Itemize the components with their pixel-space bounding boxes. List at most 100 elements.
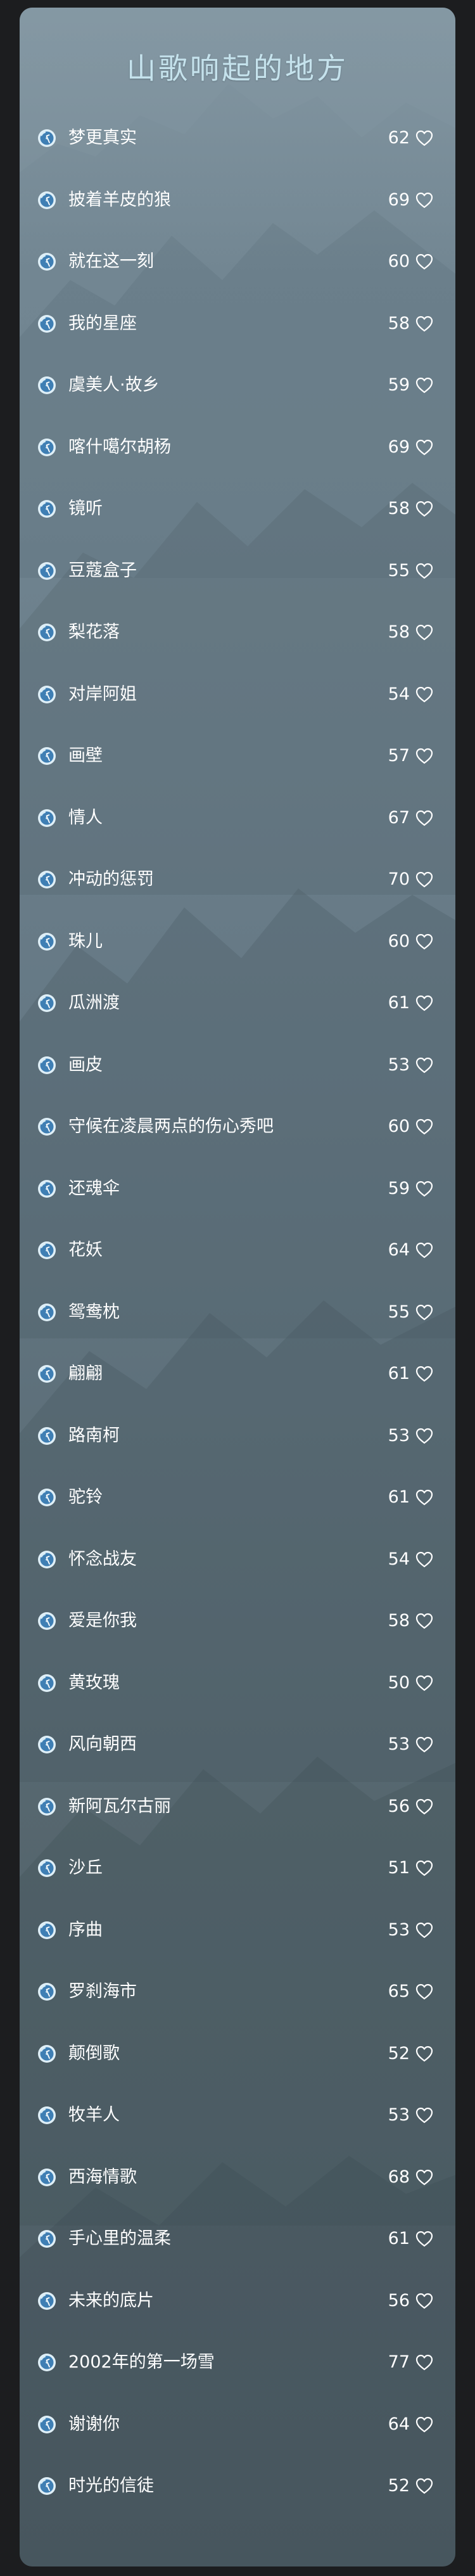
music-disc-icon xyxy=(38,932,56,951)
song-row[interactable]: 冲动的惩罚 70 xyxy=(20,849,455,911)
song-title: 冲动的惩罚 xyxy=(68,869,154,889)
heart-outline-icon[interactable] xyxy=(415,1798,434,1816)
song-row[interactable]: 画皮 53 xyxy=(20,1034,455,1096)
music-disc-icon xyxy=(38,747,56,765)
song-row[interactable]: 镜听 58 xyxy=(20,478,455,540)
song-row[interactable]: 虞美人·故乡 59 xyxy=(20,354,455,416)
heart-outline-icon[interactable] xyxy=(415,871,434,888)
heart-outline-icon[interactable] xyxy=(415,933,434,951)
heart-outline-icon[interactable] xyxy=(415,1736,434,1753)
heart-outline-icon[interactable] xyxy=(415,2416,434,2433)
heart-outline-icon[interactable] xyxy=(415,1365,434,1383)
song-like-count: 59 xyxy=(388,1178,410,1198)
heart-outline-icon[interactable] xyxy=(415,1983,434,2001)
heart-outline-icon[interactable] xyxy=(415,1180,434,1198)
heart-outline-icon[interactable] xyxy=(415,1859,434,1877)
music-disc-icon xyxy=(38,1489,56,1506)
music-disc-icon xyxy=(38,2415,56,2433)
song-row[interactable]: 披着羊皮的狼 69 xyxy=(20,169,455,231)
song-row[interactable]: 梦更真实 62 xyxy=(20,107,455,169)
heart-outline-icon[interactable] xyxy=(415,2106,434,2124)
heart-outline-icon[interactable] xyxy=(415,747,434,765)
song-row[interactable]: 就在这一刻 60 xyxy=(20,231,455,293)
song-row[interactable]: 爱是你我 58 xyxy=(20,1590,455,1652)
music-disc-icon xyxy=(38,500,56,518)
song-row[interactable]: 西海情歌 68 xyxy=(20,2146,455,2208)
music-disc-icon xyxy=(38,314,56,333)
heart-outline-icon[interactable] xyxy=(415,191,434,209)
song-row[interactable]: 谢谢你 64 xyxy=(20,2393,455,2456)
heart-outline-icon[interactable] xyxy=(415,686,434,703)
song-row[interactable]: 花妖 64 xyxy=(20,1219,455,1281)
song-like-count: 64 xyxy=(388,2414,410,2434)
song-row[interactable]: 瓜洲渡 61 xyxy=(20,972,455,1034)
song-row[interactable]: 路南柯 53 xyxy=(20,1405,455,1467)
music-disc-icon xyxy=(38,1550,56,1568)
heart-outline-icon[interactable] xyxy=(415,1489,434,1506)
music-disc-icon xyxy=(38,1736,56,1753)
song-row[interactable]: 还魂伞 59 xyxy=(20,1158,455,1220)
song-like-count: 61 xyxy=(388,993,410,1013)
song-row[interactable]: 手心里的温柔 61 xyxy=(20,2208,455,2270)
heart-outline-icon[interactable] xyxy=(415,1921,434,1939)
heart-outline-icon[interactable] xyxy=(415,809,434,827)
heart-outline-icon[interactable] xyxy=(415,1427,434,1445)
heart-outline-icon[interactable] xyxy=(415,2230,434,2248)
song-row[interactable]: 豆蔻盒子 55 xyxy=(20,540,455,602)
heart-outline-icon[interactable] xyxy=(415,624,434,641)
song-like-count: 58 xyxy=(388,499,410,518)
song-row[interactable]: 梨花落 58 xyxy=(20,601,455,663)
song-row[interactable]: 翩翩 61 xyxy=(20,1343,455,1405)
heart-outline-icon[interactable] xyxy=(415,1241,434,1259)
song-row[interactable]: 对岸阿姐 54 xyxy=(20,663,455,726)
heart-outline-icon[interactable] xyxy=(415,2477,434,2495)
song-title: 梨花落 xyxy=(68,622,120,642)
music-disc-icon xyxy=(38,2168,56,2186)
song-row[interactable]: 黄玫瑰 50 xyxy=(20,1652,455,1714)
song-row[interactable]: 沙丘 51 xyxy=(20,1837,455,1899)
song-row[interactable]: 守候在凌晨两点的伤心秀吧 60 xyxy=(20,1096,455,1158)
heart-outline-icon[interactable] xyxy=(415,1118,434,1136)
song-row[interactable]: 风向朝西 53 xyxy=(20,1714,455,1776)
heart-outline-icon[interactable] xyxy=(415,2292,434,2310)
song-row[interactable]: 情人 67 xyxy=(20,787,455,849)
song-row[interactable]: 序曲 53 xyxy=(20,1899,455,1961)
heart-outline-icon[interactable] xyxy=(415,2354,434,2371)
song-like-count: 59 xyxy=(388,375,410,395)
song-like-count: 77 xyxy=(388,2352,410,2372)
heart-outline-icon[interactable] xyxy=(415,1056,434,1074)
song-row[interactable]: 时光的信徒 52 xyxy=(20,2455,455,2517)
song-row[interactable]: 画壁 57 xyxy=(20,725,455,787)
heart-outline-icon[interactable] xyxy=(415,2045,434,2063)
heart-outline-icon[interactable] xyxy=(415,500,434,518)
song-row[interactable]: 怀念战友 54 xyxy=(20,1528,455,1591)
heart-outline-icon[interactable] xyxy=(415,315,434,333)
song-row[interactable]: 2002年的第一场雪 77 xyxy=(20,2331,455,2393)
song-row[interactable]: 颠倒歌 52 xyxy=(20,2023,455,2085)
song-row[interactable]: 珠儿 60 xyxy=(20,911,455,973)
song-row[interactable]: 鸳鸯枕 55 xyxy=(20,1281,455,1343)
heart-outline-icon[interactable] xyxy=(415,994,434,1012)
heart-outline-icon[interactable] xyxy=(415,253,434,271)
song-row[interactable]: 新阿瓦尔古丽 56 xyxy=(20,1776,455,1838)
heart-outline-icon[interactable] xyxy=(415,439,434,456)
heart-outline-icon[interactable] xyxy=(415,1674,434,1692)
heart-outline-icon[interactable] xyxy=(415,376,434,394)
song-row[interactable]: 未来的底片 56 xyxy=(20,2270,455,2332)
song-row[interactable]: 喀什噶尔胡杨 69 xyxy=(20,416,455,478)
heart-outline-icon[interactable] xyxy=(415,129,434,147)
heart-outline-icon[interactable] xyxy=(415,1612,434,1630)
playlist-title: 山歌响起的地方 xyxy=(127,51,348,86)
song-like-count: 61 xyxy=(388,2229,410,2248)
song-like-count: 57 xyxy=(388,746,410,766)
heart-outline-icon[interactable] xyxy=(415,562,434,580)
song-row[interactable]: 牧羊人 53 xyxy=(20,2084,455,2146)
song-list: 梦更真实 62 披着羊皮的狼 69 就在这一刻 60 我的星座 58 虞美人·故… xyxy=(20,107,455,2517)
song-title: 豆蔻盒子 xyxy=(68,560,137,580)
song-row[interactable]: 我的星座 58 xyxy=(20,293,455,355)
heart-outline-icon[interactable] xyxy=(415,2169,434,2186)
song-row[interactable]: 罗刹海市 65 xyxy=(20,1961,455,2023)
heart-outline-icon[interactable] xyxy=(415,1551,434,1568)
heart-outline-icon[interactable] xyxy=(415,1304,434,1321)
song-row[interactable]: 驼铃 61 xyxy=(20,1466,455,1528)
